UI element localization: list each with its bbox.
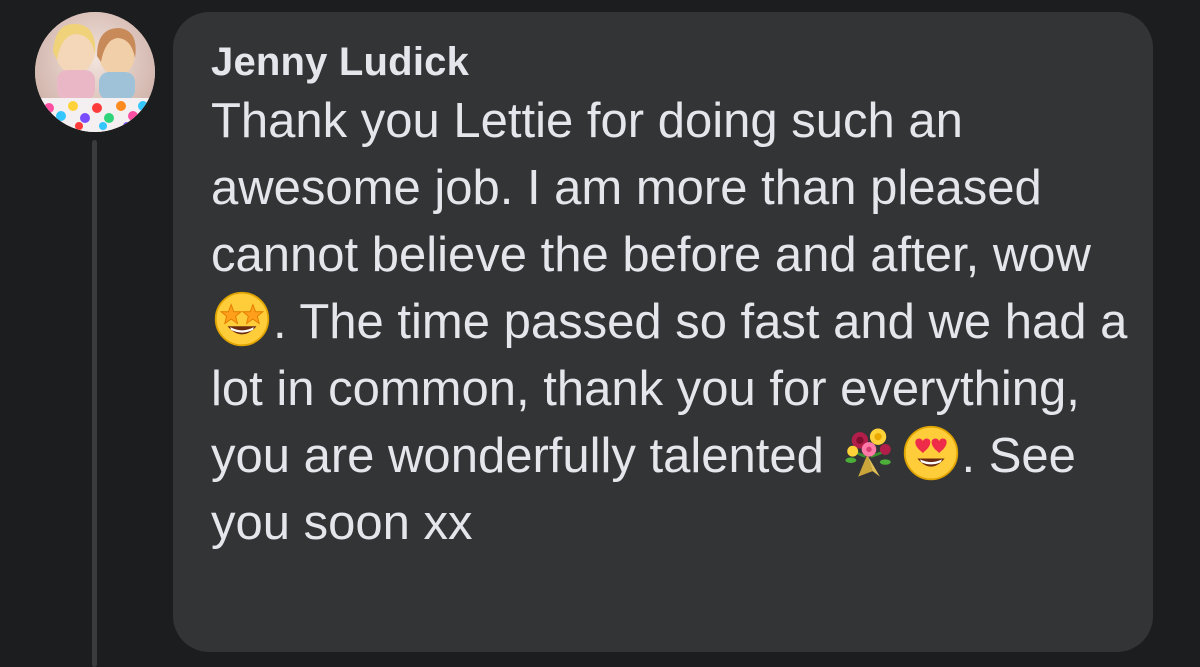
thread-line: [92, 140, 97, 667]
avatar-photo: [35, 12, 155, 132]
star-struck-icon: [214, 291, 270, 347]
comment-body: Thank you Lettie for doing such an aweso…: [211, 88, 1131, 557]
comment-bubble: Jenny Ludick Thank you Lettie for doing …: [173, 12, 1153, 652]
comment-author[interactable]: Jenny Ludick: [211, 38, 1123, 86]
avatar[interactable]: [35, 12, 155, 132]
heart-eyes-icon: [903, 425, 958, 481]
comment-text-part-1: Thank you Lettie for doing such an aweso…: [211, 94, 1091, 282]
comment-thread: Jenny Ludick Thank you Lettie for doing …: [0, 0, 1200, 667]
bouquet-icon: [844, 428, 891, 477]
